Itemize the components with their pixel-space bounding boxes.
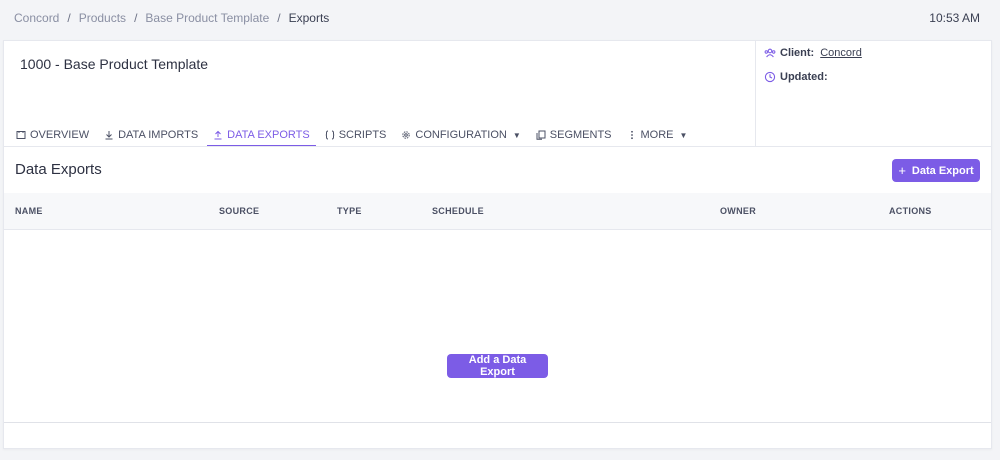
add-a-data-export-button[interactable]: Add a Data Export (447, 354, 548, 378)
upload-icon (213, 130, 223, 140)
table-header: NAME SOURCE TYPE SCHEDULE OWNER ACTIONS (4, 193, 991, 230)
tab-scripts[interactable]: SCRIPTS (319, 125, 393, 145)
tab-label: SCRIPTS (338, 129, 387, 141)
gear-icon (401, 130, 411, 140)
header-divider (4, 146, 991, 147)
tab-bar: OVERVIEW DATA IMPORTS DATA EXPORTS SCRIP… (10, 125, 696, 147)
section-title: Data Exports (15, 161, 102, 178)
column-header-schedule[interactable]: SCHEDULE (432, 206, 484, 216)
copy-icon (536, 130, 546, 140)
tab-data-exports[interactable]: DATA EXPORTS (207, 125, 316, 147)
tab-label: CONFIGURATION (415, 129, 507, 141)
breadcrumb-separator: / (134, 11, 138, 25)
add-data-export-button[interactable]: + Data Export (892, 159, 980, 182)
download-icon (104, 130, 114, 140)
updated-row: Updated: (764, 71, 828, 83)
tab-more[interactable]: MORE ▼ (621, 125, 694, 145)
caret-down-icon: ▼ (679, 130, 688, 140)
tab-label: MORE (640, 129, 674, 141)
column-header-owner[interactable]: OWNER (720, 206, 756, 216)
breadcrumb: Concord / Products / Base Product Templa… (14, 11, 329, 25)
plus-icon: + (898, 163, 906, 178)
breadcrumb-products[interactable]: Products (79, 11, 126, 25)
users-icon (764, 47, 776, 59)
tab-data-imports[interactable]: DATA IMPORTS (98, 125, 204, 145)
breadcrumb-concord[interactable]: Concord (14, 11, 59, 25)
kebab-icon (627, 130, 637, 140)
column-header-source[interactable]: SOURCE (219, 206, 259, 216)
add-data-export-label: Data Export (911, 164, 974, 177)
code-braces-icon (325, 130, 335, 140)
client-label: Client: (780, 47, 815, 59)
breadcrumb-separator: / (277, 11, 281, 25)
table-footer-divider (4, 422, 991, 423)
column-header-actions: ACTIONS (889, 206, 932, 216)
overview-icon (16, 130, 26, 140)
breadcrumb-separator: / (67, 11, 71, 25)
column-header-type[interactable]: TYPE (337, 206, 362, 216)
breadcrumb-base-product-template[interactable]: Base Product Template (145, 11, 269, 25)
client-row: Client: Concord (764, 47, 862, 59)
caret-down-icon: ▼ (512, 130, 521, 140)
column-header-name[interactable]: NAME (15, 206, 43, 216)
product-header: 1000 - Base Product Template OVERVIEW DA… (4, 41, 755, 147)
tab-label: SEGMENTS (549, 129, 612, 141)
tab-label: OVERVIEW (30, 129, 90, 141)
product-meta-panel: Client: Concord Updated: (755, 41, 991, 146)
tab-label: DATA IMPORTS (118, 129, 199, 141)
clock: 10:53 AM (929, 11, 980, 25)
top-bar: Concord / Products / Base Product Templa… (0, 0, 1000, 36)
tab-configuration[interactable]: CONFIGURATION ▼ (395, 125, 526, 145)
tab-overview[interactable]: OVERVIEW (10, 125, 95, 145)
product-card: 1000 - Base Product Template OVERVIEW DA… (3, 40, 992, 449)
tab-segments[interactable]: SEGMENTS (530, 125, 618, 145)
product-title: 1000 - Base Product Template (20, 56, 209, 72)
clock-icon (764, 71, 776, 83)
breadcrumb-exports: Exports (288, 11, 330, 25)
tab-label: DATA EXPORTS (227, 129, 310, 141)
updated-label: Updated: (780, 71, 828, 83)
client-link[interactable]: Concord (820, 47, 862, 59)
